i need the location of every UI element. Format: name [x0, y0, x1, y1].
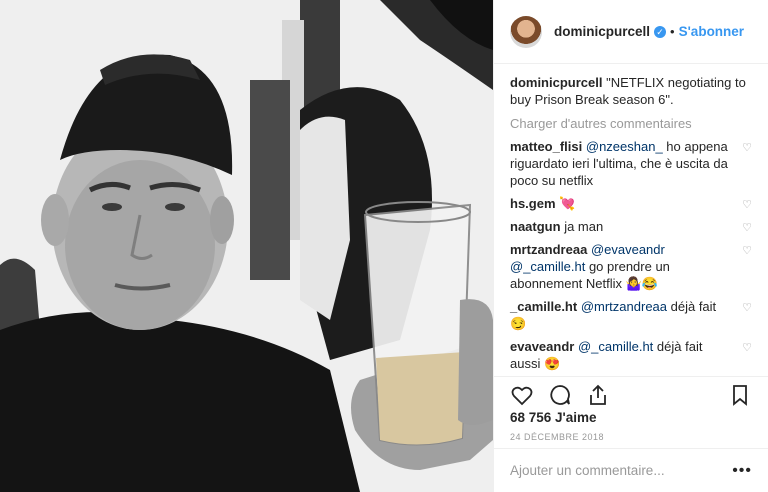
comment-icon[interactable] [548, 383, 572, 407]
avatar[interactable] [510, 15, 542, 48]
caption: dominicpurcell "NETFLIX negotiating to b… [510, 74, 752, 108]
small-heart-icon[interactable]: ♡ [742, 197, 752, 214]
follow-button[interactable]: S'abonner [679, 24, 744, 39]
comment-username[interactable]: matteo_flisi [510, 139, 582, 154]
heart-icon[interactable] [510, 383, 534, 407]
verified-badge-icon: ✓ [654, 25, 667, 38]
separator-dot: • [670, 24, 675, 39]
post-photo[interactable] [0, 0, 493, 492]
header-username[interactable]: dominicpurcell [554, 24, 650, 39]
comment-username[interactable]: naatgun [510, 219, 561, 234]
small-heart-icon[interactable]: ♡ [742, 243, 752, 260]
comment-item: naatgun ja man ♡ [510, 215, 752, 238]
add-comment-bar: Ajouter un commentaire... ••• [494, 448, 768, 492]
comment-text: ja man [564, 219, 604, 234]
photo-illustration [0, 0, 493, 492]
comment-username[interactable]: _camille.ht [510, 299, 577, 314]
action-bar [494, 376, 768, 412]
post-date: 24 DÉCEMBRE 2018 [510, 432, 605, 442]
load-more-comments-button[interactable]: Charger d'autres commentaires [510, 116, 752, 131]
small-heart-icon[interactable]: ♡ [742, 300, 752, 317]
comment-mention[interactable]: @mrtzandreaa [581, 299, 667, 314]
small-heart-icon[interactable]: ♡ [742, 140, 752, 157]
small-heart-icon[interactable]: ♡ [742, 220, 752, 237]
comment-text: 💘 [559, 196, 576, 211]
comment-item: hs.gem 💘 ♡ [510, 192, 752, 215]
comment-mention[interactable]: @nzeeshan_ [586, 139, 663, 154]
bookmark-icon[interactable] [728, 383, 752, 407]
post-sidebar: dominicpurcell ✓ • S'abonner dominicpurc… [493, 0, 768, 492]
comment-username[interactable]: mrtzandreaa [510, 242, 587, 257]
share-icon[interactable] [586, 383, 610, 407]
comment-username[interactable]: evaveandr [510, 339, 574, 354]
comment-mention[interactable]: @_camille.ht [578, 339, 653, 354]
comment-rows: matteo_flisi @nzeeshan_ ho appena riguar… [510, 135, 752, 376]
comment-item: evaveandr @_camille.ht déjà fait aussi 😍… [510, 335, 752, 375]
comment-item: matteo_flisi @nzeeshan_ ho appena riguar… [510, 135, 752, 192]
comment-item: _camille.ht @mrtzandreaa déjà fait 😏 ♡ [510, 295, 752, 335]
more-options-button[interactable]: ••• [732, 462, 752, 480]
likes-count[interactable]: 68 756 J'aime [510, 410, 597, 425]
post-header: dominicpurcell ✓ • S'abonner [494, 0, 768, 64]
comment-item: mrtzandreaa @evaveandr @_camille.ht go p… [510, 238, 752, 295]
caption-username[interactable]: dominicpurcell [510, 75, 602, 90]
comments-list[interactable]: dominicpurcell "NETFLIX negotiating to b… [494, 64, 768, 376]
add-comment-input[interactable]: Ajouter un commentaire... [510, 463, 732, 478]
small-heart-icon[interactable]: ♡ [742, 340, 752, 357]
instagram-post: dominicpurcell ✓ • S'abonner dominicpurc… [0, 0, 768, 492]
comment-username[interactable]: hs.gem [510, 196, 556, 211]
